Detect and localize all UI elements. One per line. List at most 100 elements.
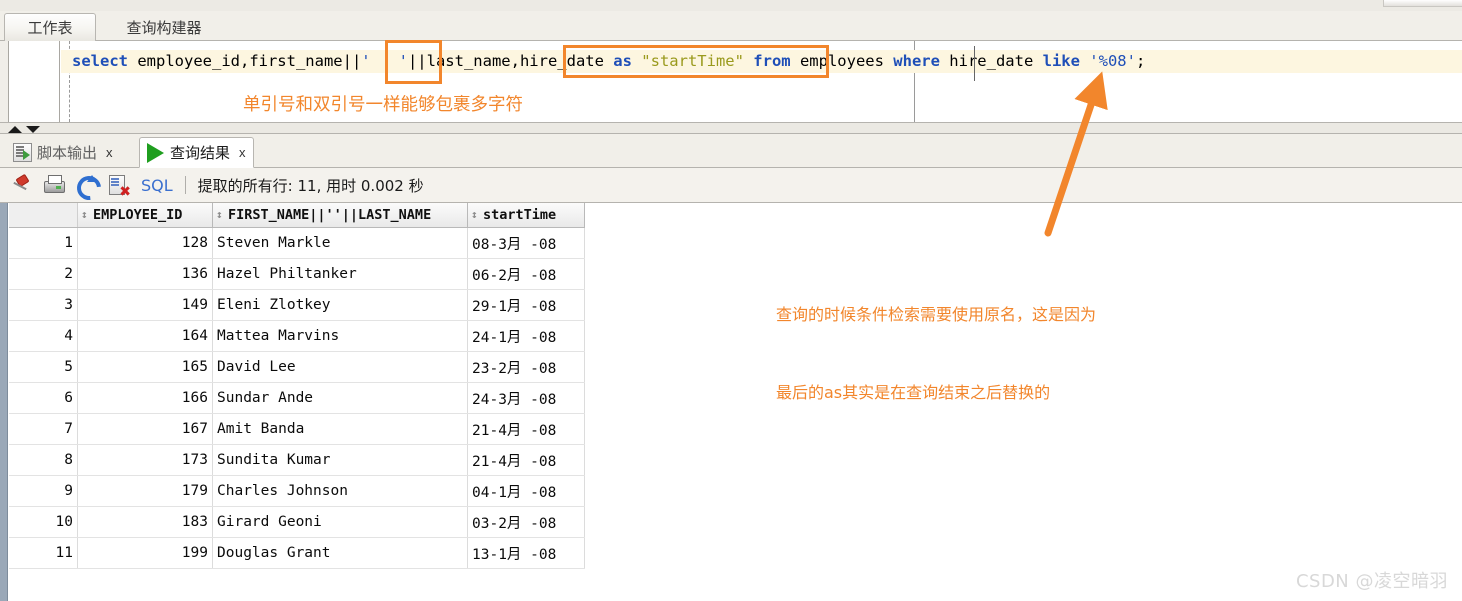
- row-number-cell[interactable]: 9: [9, 475, 78, 507]
- cell-start-time[interactable]: 08-3月 -08: [467, 227, 585, 259]
- tab-query-result-label: 查询结果: [170, 144, 231, 162]
- cell-employee-id[interactable]: 165: [77, 351, 213, 383]
- cell-start-time[interactable]: 04-1月 -08: [467, 475, 585, 507]
- table-row[interactable]: 2 136 Hazel Philtanker 06-2月 -08: [9, 258, 585, 290]
- cell-employee-id[interactable]: 199: [77, 537, 213, 569]
- row-number-cell[interactable]: 8: [9, 444, 78, 476]
- annotation-arrow-icon: [1044, 71, 1108, 237]
- sql-token: as: [613, 52, 632, 70]
- row-number-cell[interactable]: 10: [9, 506, 78, 538]
- cell-employee-id[interactable]: 128: [77, 227, 213, 259]
- tab-worksheet-label: 工作表: [27, 19, 73, 37]
- cell-full-name[interactable]: Girard Geoni: [212, 506, 468, 538]
- tab-script-output-close-icon[interactable]: x: [106, 145, 113, 160]
- table-row[interactable]: 10 183 Girard Geoni 03-2月 -08: [9, 506, 585, 538]
- cell-full-name[interactable]: David Lee: [212, 351, 468, 383]
- table-row[interactable]: 8 173 Sundita Kumar 21-4月 -08: [9, 444, 585, 476]
- editor-line-number-gutter: [9, 41, 60, 122]
- cell-full-name[interactable]: Mattea Marvins: [212, 320, 468, 352]
- cell-employee-id[interactable]: 179: [77, 475, 213, 507]
- tab-script-output[interactable]: 脚本输出 x: [6, 137, 120, 168]
- clear-results-icon[interactable]: [106, 173, 131, 199]
- table-row[interactable]: 3 149 Eleni Zlotkey 29-1月 -08: [9, 289, 585, 321]
- annotation-alias-note: 查询的时候条件检索需要使用原名，这是因为 最后的as其实是在查询结束之后替换的: [776, 250, 1096, 432]
- sql-editor[interactable]: select employee_id,first_name||' '||last…: [0, 41, 1462, 122]
- grid-header-starttime[interactable]: ↕ startTime: [467, 203, 585, 228]
- table-row[interactable]: 1 128 Steven Markle 08-3月 -08: [9, 227, 585, 259]
- cell-start-time[interactable]: 21-4月 -08: [467, 444, 585, 476]
- cell-employee-id[interactable]: 167: [77, 413, 213, 445]
- refresh-icon[interactable]: [74, 173, 98, 197]
- cell-employee-id[interactable]: 149: [77, 289, 213, 321]
- cell-start-time[interactable]: 03-2月 -08: [467, 506, 585, 538]
- row-number-cell[interactable]: 2: [9, 258, 78, 290]
- editor-results-splitter[interactable]: [0, 122, 1462, 134]
- cell-full-name[interactable]: Charles Johnson: [212, 475, 468, 507]
- cell-employee-id[interactable]: 166: [77, 382, 213, 414]
- cell-employee-id[interactable]: 183: [77, 506, 213, 538]
- cell-start-time[interactable]: 24-1月 -08: [467, 320, 585, 352]
- pin-icon[interactable]: [10, 173, 34, 197]
- cell-employee-id[interactable]: 164: [77, 320, 213, 352]
- worksheet-tabbar: 工作表 查询构建器: [0, 11, 1462, 41]
- sql-token: "startTime": [641, 52, 744, 70]
- grid-header-starttime-label: startTime: [483, 207, 557, 223]
- collapse-down-icon[interactable]: [26, 126, 40, 133]
- row-number-cell[interactable]: 6: [9, 382, 78, 414]
- tab-query-result[interactable]: 查询结果 x: [139, 137, 254, 168]
- row-number-cell[interactable]: 7: [9, 413, 78, 445]
- script-output-icon: [13, 143, 32, 162]
- row-number-cell[interactable]: 3: [9, 289, 78, 321]
- grid-header-fullname[interactable]: ↕ FIRST_NAME||''||LAST_NAME: [212, 203, 468, 228]
- cell-full-name[interactable]: Eleni Zlotkey: [212, 289, 468, 321]
- tab-worksheet[interactable]: 工作表: [4, 13, 96, 41]
- cell-full-name[interactable]: Amit Banda: [212, 413, 468, 445]
- annotation-alias-note-line2: 最后的as其实是在查询结束之后替换的: [776, 383, 1051, 402]
- annotation-alias-note-line1: 查询的时候条件检索需要使用原名，这是因为: [776, 305, 1097, 324]
- tab-query-result-close-icon[interactable]: x: [239, 145, 246, 160]
- sql-token: where: [893, 52, 940, 70]
- table-row[interactable]: 7 167 Amit Banda 21-4月 -08: [9, 413, 585, 445]
- table-row[interactable]: 4 164 Mattea Marvins 24-1月 -08: [9, 320, 585, 352]
- cell-start-time[interactable]: 13-1月 -08: [467, 537, 585, 569]
- row-number-cell[interactable]: 4: [9, 320, 78, 352]
- table-row[interactable]: 5 165 David Lee 23-2月 -08: [9, 351, 585, 383]
- table-row[interactable]: 6 166 Sundar Ande 24-3月 -08: [9, 382, 585, 414]
- cell-full-name[interactable]: Sundar Ande: [212, 382, 468, 414]
- cell-full-name[interactable]: Douglas Grant: [212, 537, 468, 569]
- table-row[interactable]: 9 179 Charles Johnson 04-1月 -08: [9, 475, 585, 507]
- sort-indicator-icon[interactable]: ↕: [216, 208, 225, 221]
- cell-full-name[interactable]: Hazel Philtanker: [212, 258, 468, 290]
- sort-indicator-icon[interactable]: ↕: [471, 208, 480, 221]
- sql-statement-line[interactable]: select employee_id,first_name||' '||last…: [61, 50, 1462, 73]
- table-row[interactable]: 11 199 Douglas Grant 13-1月 -08: [9, 537, 585, 569]
- sql-token: employee_id,first_name||: [128, 52, 362, 70]
- cell-start-time[interactable]: 23-2月 -08: [467, 351, 585, 383]
- print-icon[interactable]: [42, 173, 66, 197]
- cell-start-time[interactable]: 24-3月 -08: [467, 382, 585, 414]
- cell-full-name[interactable]: Steven Markle: [212, 227, 468, 259]
- sql-token: ||last_name,hire_date: [407, 52, 614, 70]
- cell-employee-id[interactable]: 136: [77, 258, 213, 290]
- grid-header-employee-id[interactable]: ↕ EMPLOYEE_ID: [77, 203, 213, 228]
- results-tabbar: 脚本输出 x 查询结果 x: [0, 134, 1462, 168]
- cell-employee-id[interactable]: 173: [77, 444, 213, 476]
- collapse-up-icon[interactable]: [8, 126, 22, 133]
- cell-start-time[interactable]: 06-2月 -08: [467, 258, 585, 290]
- tab-script-output-label: 脚本输出: [37, 144, 98, 162]
- fetch-status-text: 提取的所有行: 11, 用时 0.002 秒: [197, 176, 424, 195]
- results-grid: ↕ EMPLOYEE_ID ↕ FIRST_NAME||''||LAST_NAME …: [9, 203, 585, 569]
- row-number-cell[interactable]: 1: [9, 227, 78, 259]
- sort-indicator-icon[interactable]: ↕: [81, 208, 90, 221]
- sql-toolbar-label[interactable]: SQL: [141, 176, 173, 195]
- row-number-cell[interactable]: 11: [9, 537, 78, 569]
- row-number-cell[interactable]: 5: [9, 351, 78, 383]
- cell-full-name[interactable]: Sundita Kumar: [212, 444, 468, 476]
- cell-start-time[interactable]: 21-4月 -08: [467, 413, 585, 445]
- tab-query-builder[interactable]: 查询构建器: [100, 13, 228, 41]
- cell-start-time[interactable]: 29-1月 -08: [467, 289, 585, 321]
- csdn-watermark: CSDN @凌空暗羽: [1295, 571, 1448, 592]
- editor-outer-gutter: [0, 41, 9, 122]
- grid-header-employee-id-label: EMPLOYEE_ID: [93, 207, 183, 223]
